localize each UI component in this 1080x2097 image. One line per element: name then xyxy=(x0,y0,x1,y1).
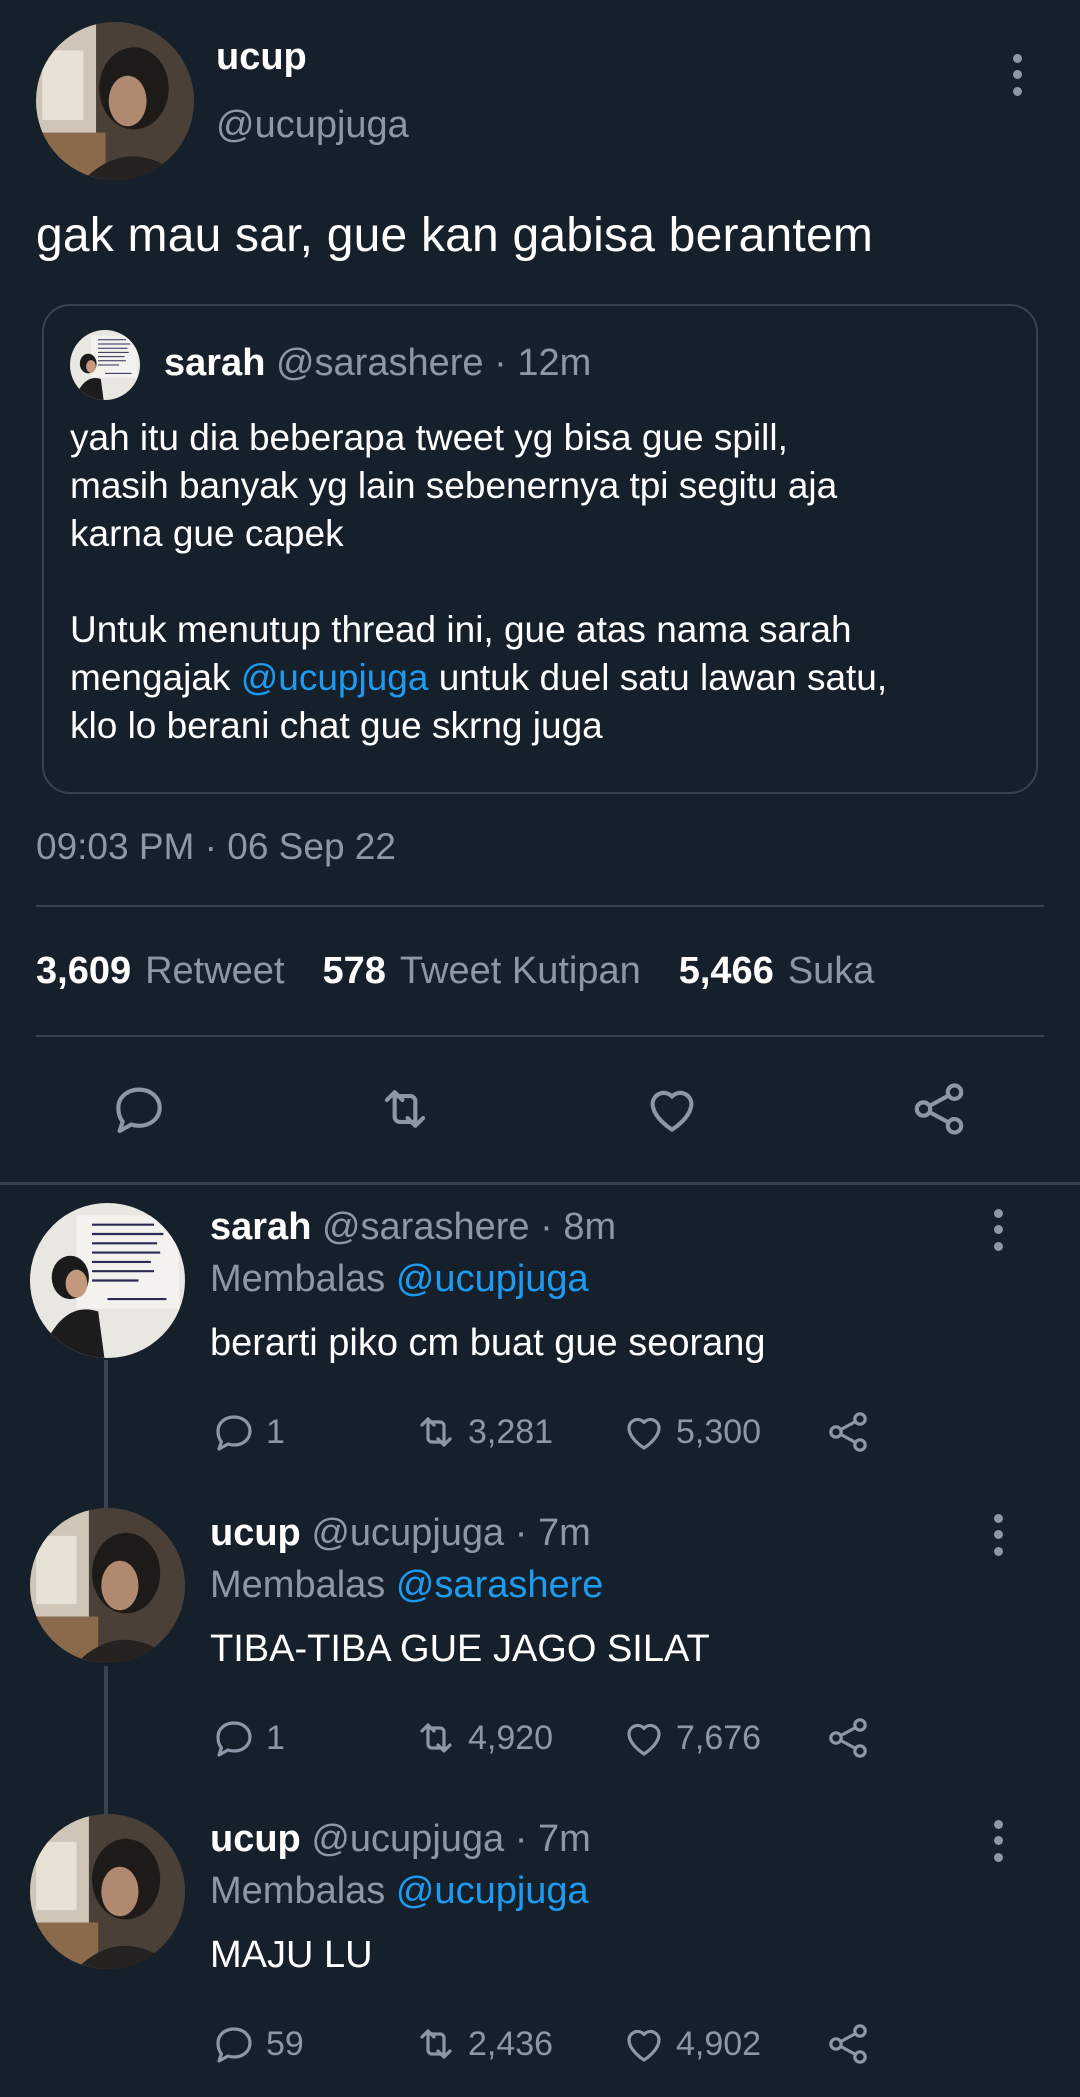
reply-header: ucup @ucupjuga · 7m xyxy=(210,1818,591,1860)
quoted-paragraph-1: yah itu dia beberapa tweet yg bisa gue s… xyxy=(70,417,838,554)
like-count[interactable]: 5,466 xyxy=(679,950,774,993)
retweet-button[interactable]: 3,281 xyxy=(412,1408,553,1456)
reply-count: 59 xyxy=(266,2024,304,2063)
retweet-count: 3,281 xyxy=(468,1412,554,1451)
tweet-timestamp[interactable]: 09:03 PM · 06 Sep 22 xyxy=(36,826,396,868)
author-name[interactable]: ucup xyxy=(216,36,307,79)
quoted-author-name: sarah xyxy=(164,342,266,384)
author-avatar[interactable] xyxy=(36,22,194,180)
share-button[interactable] xyxy=(824,1714,872,1762)
like-button[interactable]: 7,676 xyxy=(620,1714,761,1762)
reply-button[interactable]: 1 xyxy=(210,1714,285,1762)
reply-author-handle[interactable]: @ucupjuga xyxy=(311,1818,504,1860)
quoted-author-handle: @sarashere xyxy=(275,342,484,384)
replying-label: Membalas xyxy=(210,1870,386,1912)
reply-icon xyxy=(210,1408,258,1456)
share-icon[interactable] xyxy=(908,1078,970,1140)
more-vertical-icon[interactable] xyxy=(983,1510,1013,1560)
thread-line xyxy=(104,1666,108,1816)
tweet-text: gak mau sar, gue kan gabisa berantem xyxy=(36,209,874,262)
thread-line xyxy=(104,1360,108,1510)
like-count: 4,902 xyxy=(676,2024,762,2063)
share-icon xyxy=(824,2020,872,2068)
like-icon xyxy=(620,2020,668,2068)
divider xyxy=(36,1035,1044,1037)
reply-avatar[interactable] xyxy=(30,1508,185,1663)
like-icon xyxy=(620,1408,668,1456)
like-button[interactable]: 5,300 xyxy=(620,1408,761,1456)
quote-label[interactable]: Tweet Kutipan xyxy=(400,950,641,993)
mention-link[interactable]: @ucupjuga xyxy=(396,1870,589,1912)
mention-link[interactable]: @sarashere xyxy=(396,1564,604,1606)
quoted-author-avatar xyxy=(70,330,140,400)
quoted-tweet-header: sarah @sarashere · 12m xyxy=(164,342,592,384)
reply-button[interactable]: 59 xyxy=(210,2020,304,2068)
quoted-tweet-body: yah itu dia beberapa tweet yg bisa gue s… xyxy=(70,414,1010,750)
reply-icon xyxy=(210,2020,258,2068)
like-icon[interactable] xyxy=(641,1078,703,1140)
like-label[interactable]: Suka xyxy=(788,950,875,993)
retweet-button[interactable]: 2,436 xyxy=(412,2020,553,2068)
reply-avatar[interactable] xyxy=(30,1203,185,1358)
reply-text: berarti piko cm buat gue seorang xyxy=(210,1322,766,1364)
reply-author-name[interactable]: ucup xyxy=(210,1818,301,1860)
retweet-icon xyxy=(412,1714,460,1762)
share-icon xyxy=(824,1408,872,1456)
reply-button[interactable]: 1 xyxy=(210,1408,285,1456)
reply-author-handle[interactable]: @ucupjuga xyxy=(311,1512,504,1554)
retweet-button[interactable]: 4,920 xyxy=(412,1714,553,1762)
retweet-icon[interactable] xyxy=(374,1078,436,1140)
quoted-paragraph-2: Untuk menutup thread ini, gue atas nama … xyxy=(70,606,1010,750)
reply-time: 7m xyxy=(537,1512,591,1554)
like-button[interactable]: 4,902 xyxy=(620,2020,761,2068)
more-vertical-icon[interactable] xyxy=(983,1205,1013,1255)
quoted-tweet-time: 12m xyxy=(517,342,592,384)
reply-time: 7m xyxy=(537,1818,591,1860)
author-handle[interactable]: @ucupjuga xyxy=(216,104,409,147)
quote-count[interactable]: 578 xyxy=(323,950,386,993)
reply-author-name[interactable]: ucup xyxy=(210,1512,301,1554)
share-button[interactable] xyxy=(824,1408,872,1456)
like-icon xyxy=(620,1714,668,1762)
retweet-icon xyxy=(412,2020,460,2068)
like-count: 5,300 xyxy=(676,1412,762,1451)
retweet-icon xyxy=(412,1408,460,1456)
divider xyxy=(36,905,1044,907)
more-vertical-icon[interactable] xyxy=(1002,50,1032,100)
replying-to: Membalas @sarashere xyxy=(210,1564,603,1607)
reply-author-name[interactable]: sarah xyxy=(210,1206,311,1248)
reply-text: MAJU LU xyxy=(210,1934,373,1976)
replying-to: Membalas @ucupjuga xyxy=(210,1258,589,1301)
reply-header: sarah @sarashere · 8m xyxy=(210,1206,617,1248)
replying-label: Membalas xyxy=(210,1258,386,1300)
reply-count: 1 xyxy=(266,1718,285,1757)
replying-to: Membalas @ucupjuga xyxy=(210,1870,589,1913)
section-divider xyxy=(0,1182,1080,1185)
reply-icon xyxy=(210,1714,258,1762)
like-count: 7,676 xyxy=(676,1718,762,1757)
retweet-count[interactable]: 3,609 xyxy=(36,950,131,993)
reply-count: 1 xyxy=(266,1412,285,1451)
replying-label: Membalas xyxy=(210,1564,386,1606)
reply-time: 8m xyxy=(563,1206,617,1248)
retweet-label[interactable]: Retweet xyxy=(145,950,284,993)
retweet-count: 2,436 xyxy=(468,2024,554,2063)
retweet-count: 4,920 xyxy=(468,1718,554,1757)
mention-link[interactable]: @ucupjuga xyxy=(396,1258,589,1300)
reply-avatar[interactable] xyxy=(30,1814,185,1969)
reply-author-handle[interactable]: @sarashere xyxy=(322,1206,530,1248)
share-icon xyxy=(824,1714,872,1762)
more-vertical-icon[interactable] xyxy=(983,1816,1013,1866)
reply-header: ucup @ucupjuga · 7m xyxy=(210,1512,591,1554)
share-button[interactable] xyxy=(824,2020,872,2068)
tweet-stats: 3,609 Retweet 578 Tweet Kutipan 5,466 Su… xyxy=(36,950,912,993)
mention-link[interactable]: @ucupjuga xyxy=(241,657,429,698)
reply-icon[interactable] xyxy=(108,1078,170,1140)
reply-text: TIBA-TIBA GUE JAGO SILAT xyxy=(210,1628,710,1670)
